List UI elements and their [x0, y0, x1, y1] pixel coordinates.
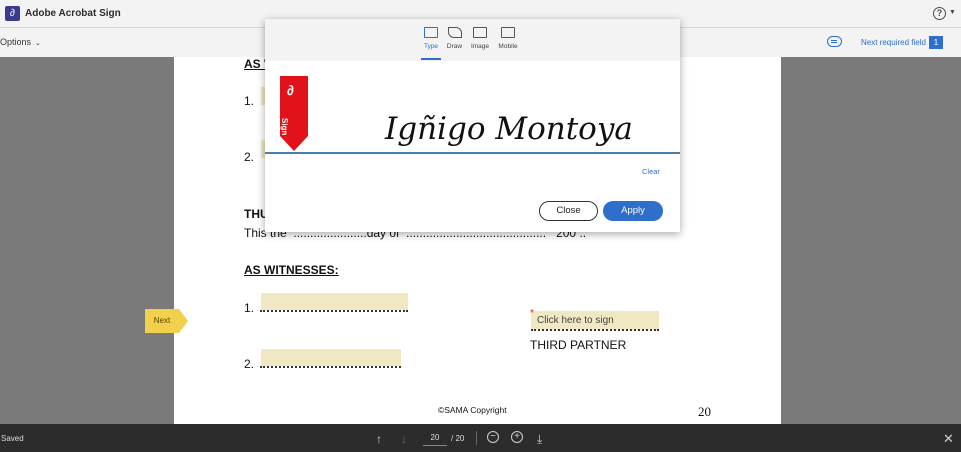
options-label: Options: [0, 37, 32, 47]
close-button[interactable]: Close: [539, 201, 598, 221]
click-here-to-sign-label[interactable]: Click here to sign: [537, 315, 614, 326]
clear-button[interactable]: Clear: [642, 167, 660, 176]
app-title: Adobe Acrobat Sign: [25, 8, 121, 19]
options-menu[interactable]: Options ⌄: [0, 37, 41, 47]
doc-item-1: 1.: [244, 94, 255, 108]
witness-item-1: 1.: [244, 301, 255, 315]
third-partner-label: THIRD PARTNER: [530, 338, 627, 352]
acrobat-logo-icon: ∂: [5, 6, 20, 21]
signature-line: [531, 329, 659, 331]
pen-icon: [447, 27, 462, 38]
tab-mobile-label: Mobile: [498, 43, 518, 50]
tab-draw[interactable]: Draw: [446, 27, 463, 50]
save-status: Saved: [1, 434, 24, 443]
next-required-field-link[interactable]: Next required field: [861, 38, 926, 47]
signature-dialog: Type Draw Image Mobile ∂ Sign Igñigo Mon…: [265, 19, 680, 232]
page-number: 20: [698, 404, 711, 419]
required-asterisk: *: [530, 308, 534, 319]
tab-draw-label: Draw: [446, 43, 463, 50]
chevron-down-icon[interactable]: ▼: [949, 9, 956, 16]
current-page-input[interactable]: 20: [423, 432, 447, 446]
signature-baseline: [265, 152, 680, 154]
keyboard-icon: [424, 27, 438, 38]
witness-field-1[interactable]: [261, 293, 408, 310]
tab-type[interactable]: Type: [421, 27, 441, 60]
signature-method-tabs: Type Draw Image Mobile: [265, 19, 680, 61]
apply-button[interactable]: Apply: [603, 201, 663, 221]
next-page-icon[interactable]: ↓: [401, 432, 407, 446]
sign-here-ribbon: ∂ Sign: [280, 76, 308, 151]
previous-page-icon[interactable]: ↑: [376, 432, 382, 446]
help-icon[interactable]: ?: [933, 7, 946, 20]
witness-line-2: [260, 366, 401, 368]
tab-type-label: Type: [423, 43, 439, 50]
witness-line-1: [260, 310, 408, 312]
comment-icon[interactable]: [827, 36, 842, 47]
tab-mobile[interactable]: Mobile: [497, 27, 519, 50]
tab-image[interactable]: Image: [470, 27, 490, 50]
zoom-out-icon[interactable]: −: [487, 431, 499, 443]
next-field-tag[interactable]: Next: [145, 309, 188, 333]
image-icon: [473, 27, 487, 38]
tab-image-label: Image: [470, 43, 490, 50]
acrobat-ribbon-icon: ∂: [287, 82, 294, 98]
bottom-navigation-bar: Saved ↑ ↓ 20 / 20 − + ⤓ ✕: [0, 424, 961, 452]
ribbon-sign-label: Sign: [280, 118, 289, 136]
chevron-down-icon: ⌄: [35, 40, 41, 47]
witnesses-heading: AS WITNESSES:: [244, 263, 339, 277]
total-pages: / 20: [451, 434, 465, 443]
typed-signature[interactable]: Igñigo Montoya: [385, 111, 633, 147]
witness-item-2: 2.: [244, 357, 255, 371]
download-icon[interactable]: ⤓: [537, 432, 542, 447]
close-icon[interactable]: ✕: [943, 431, 954, 447]
witness-field-2[interactable]: [261, 349, 401, 366]
required-count-badge[interactable]: 1: [929, 36, 943, 49]
zoom-in-icon[interactable]: +: [511, 431, 523, 443]
doc-item-2: 2.: [244, 150, 255, 164]
toolbar-divider: [476, 431, 477, 445]
mobile-icon: [501, 27, 515, 38]
copyright-text: ©SAMA Copyright: [438, 405, 507, 415]
